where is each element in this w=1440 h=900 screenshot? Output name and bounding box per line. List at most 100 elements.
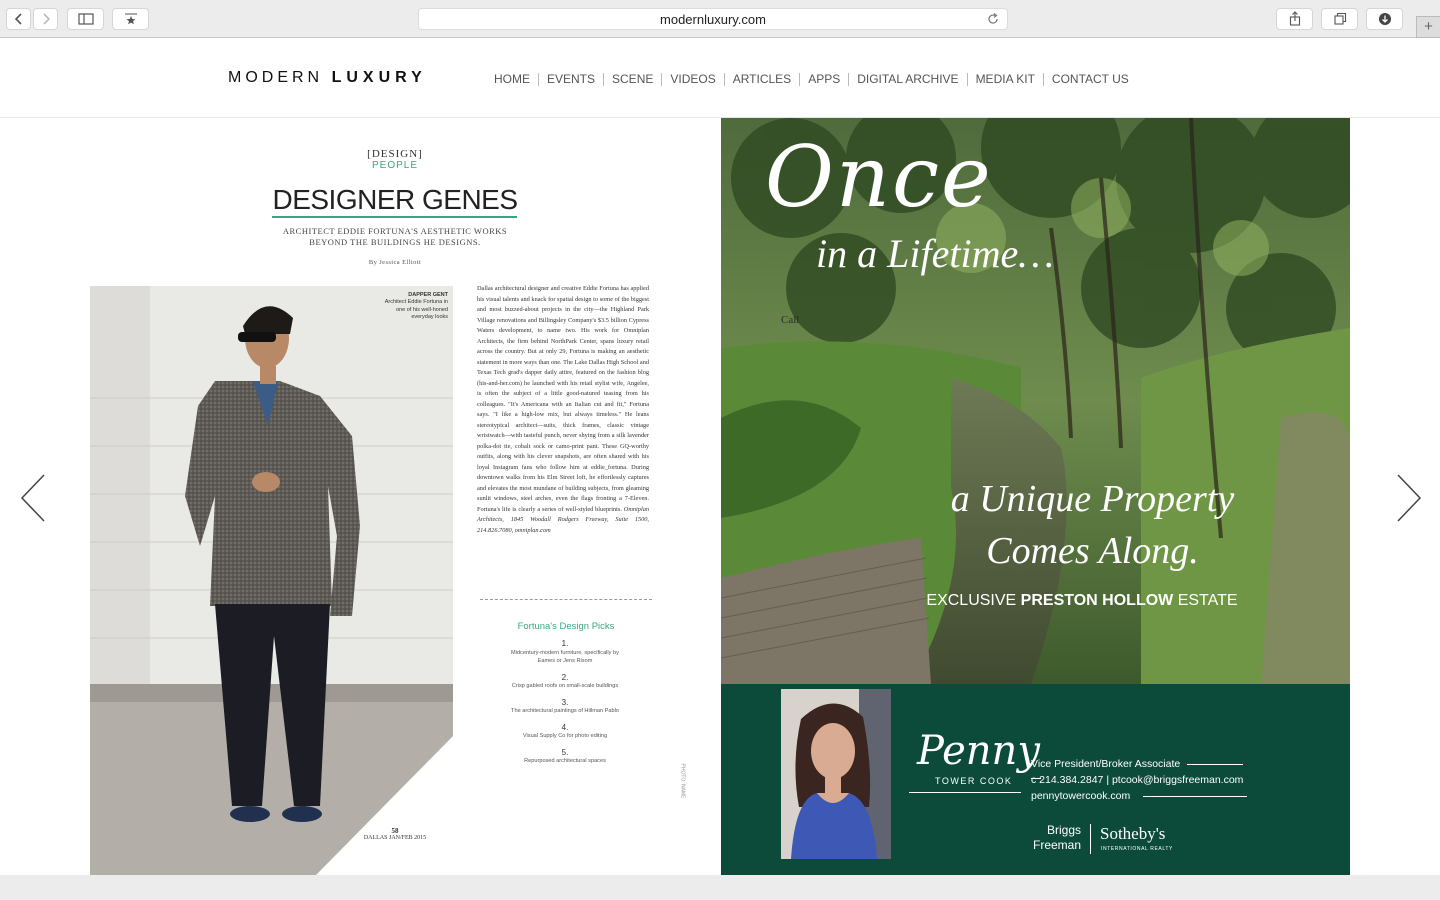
logo-light-text: MODERN [228,69,324,86]
list-item: 3. The architectural paintings of Hillman… [505,697,625,716]
agent-portrait [781,689,891,859]
nav-apps[interactable]: APPS [799,73,848,86]
bookmarks-icon [124,13,137,25]
agent-band: Penny TOWER COOK Vice President/Broker A… [721,684,1350,875]
broker-divider [1090,824,1091,854]
nav-videos[interactable]: VIDEOS [661,73,723,86]
headline-underline [272,216,517,218]
info-rule [1143,796,1247,797]
new-tab-button[interactable]: + [1416,16,1440,38]
ad-headline-unique: a Unique Property Comes Along. [721,473,1350,577]
sidebar-button[interactable] [67,8,104,30]
subsection-label: PEOPLE [371,160,419,171]
prev-page-icon [20,474,45,522]
nav-articles[interactable]: ARTICLES [723,73,799,86]
broker-line-2: Freeman [1033,838,1082,852]
list-item: 2. Crisp gabled roofs on small-scale buil… [505,672,625,691]
ad-headline-line-3: a Unique Property [950,478,1235,520]
tabs-icon [1333,12,1346,25]
bottom-bar [0,875,1440,900]
agent-lastname: TOWER COOK [935,776,1013,786]
ad-call-text: Call [781,314,800,326]
article-byline: By Jessica Elliott [368,259,422,266]
ad-headline-once: Once [765,128,993,226]
article-body: Dallas architectural designer and creati… [477,284,649,536]
reload-button[interactable] [987,9,1000,35]
page-number: 58 [391,827,399,835]
site-logo[interactable]: MODERN LUXURY [228,69,427,87]
photo-caption: DAPPER GENT Architect Eddie Fortuna in o… [380,292,448,321]
signature-rule [909,792,1021,793]
share-icon [1289,11,1300,26]
section-label: [DESIGN] [367,148,423,160]
pick-number: 2. [561,672,569,682]
new-tab-icon: + [1424,18,1433,35]
reload-icon [988,13,998,24]
pick-number: 4. [561,722,569,732]
caption-title: DAPPER GENT [408,292,448,298]
pick-number: 3. [561,697,569,707]
pick-number: 5. [561,747,569,757]
exclusive-pre: EXCLUSIVE [926,592,1021,609]
forward-icon [42,13,50,25]
list-item: 5. Repurposed architectural spaces [505,747,625,766]
pick-text: Repurposed architectural spaces [524,758,606,764]
pick-text: Midcentury-modern furniture, specificall… [511,649,619,665]
caption-text: Architect Eddie Fortuna in one of his we… [384,299,448,320]
next-page-button[interactable] [1392,473,1432,523]
pick-text: Visual Supply Co for photo editing [522,733,608,739]
ad-headline-line-4: Comes Along. [986,530,1199,572]
sidebar-icon [77,13,94,25]
article-headline: DESIGNER GENES [272,184,518,215]
sothebys-logo: Sotheby's [1100,824,1166,843]
share-button[interactable] [1276,8,1313,30]
exclusive-post: ESTATE [1173,592,1238,609]
info-rule [1187,764,1243,765]
tabs-overview-button[interactable] [1321,8,1358,30]
address-bar[interactable]: modernluxury.com [418,8,1008,30]
logo-bold-text: LUXURY [331,69,427,86]
agent-contact[interactable]: c 214.384.2847 | ptcook@briggsfreeman.co… [1031,772,1243,788]
browser-toolbar: modernluxury.com + [0,0,1440,38]
issue-label: DALLAS JAN/FEB 2015 [363,835,427,841]
next-page-icon [1397,474,1422,522]
main-nav: HOME EVENTS SCENE VIDEOS ARTICLES APPS D… [494,73,1137,86]
nav-digital-archive[interactable]: DIGITAL ARCHIVE [848,73,966,86]
article-dek: ARCHITECT EDDIE FORTUNA'S AESTHETIC WORK… [282,226,508,247]
download-icon [1378,13,1391,25]
list-item: 1. Midcentury-modern furniture, specifica… [505,639,625,666]
nav-contact-us[interactable]: CONTACT US [1042,73,1137,86]
site-header: MODERN LUXURY HOME EVENTS SCENE VIDEOS A… [0,39,1440,118]
page-folio: 58 DALLAS JAN/FEB 2015 [320,827,470,841]
agent-signature: Penny [917,728,1040,774]
nav-events[interactable]: EVENTS [538,73,603,86]
prev-page-button[interactable] [18,473,58,523]
downloads-button[interactable] [1366,8,1403,30]
magazine-viewer: [DESIGN] PEOPLE DESIGNER GENES ARCHITECT… [0,118,1440,875]
article-body-text: Dallas architectural designer and creati… [477,285,649,513]
nav-home[interactable]: HOME [494,73,538,86]
broker-line-1: Briggs [1047,823,1082,837]
list-item: 4. Visual Supply Co for photo editing [505,722,625,741]
article-page[interactable]: [DESIGN] PEOPLE DESIGNER GENES ARCHITECT… [90,118,721,875]
info-rule [1031,778,1041,779]
forward-button[interactable] [33,8,58,30]
picks-title: Fortuna's Design Picks [517,621,615,632]
back-button[interactable] [6,8,31,30]
pick-text: The architectural paintings of Hillman P… [511,708,619,714]
back-icon [14,13,22,25]
ad-headline-lifetime: in a Lifetime… [816,231,1054,276]
exclusive-bold: PRESTON HOLLOW [1020,592,1174,609]
broker-name: Briggs Freeman [1033,823,1081,853]
article-photo [90,286,453,875]
url-text: modernluxury.com [660,12,766,27]
nav-media-kit[interactable]: MEDIA KIT [966,73,1043,86]
sothebys-subtitle: INTERNATIONAL REALTY [1101,846,1173,852]
pick-number: 1. [561,639,569,648]
divider [480,599,652,600]
pick-text: Crisp gabled roofs on small-scale buildi… [511,683,619,689]
nav-scene[interactable]: SCENE [603,73,661,86]
advertisement-page[interactable]: Once in a Lifetime… Call a Unique Proper… [721,118,1350,875]
bookmarks-button[interactable] [112,8,149,30]
ad-exclusive-line: EXCLUSIVE PRESTON HOLLOW ESTATE [721,592,1350,610]
